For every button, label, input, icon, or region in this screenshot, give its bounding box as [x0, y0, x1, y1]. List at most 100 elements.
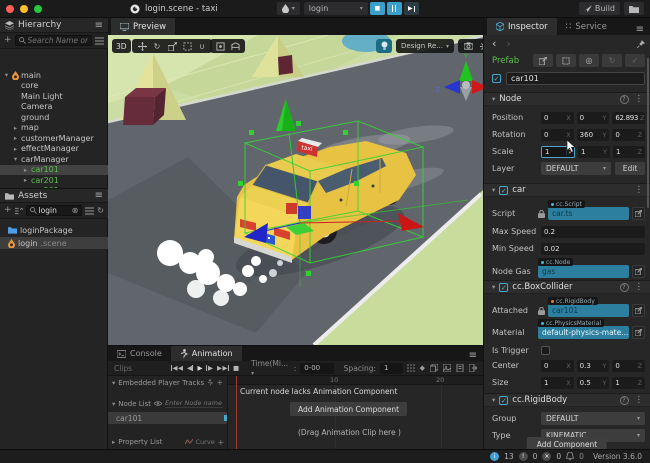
3d-mode-button[interactable]: 3D	[112, 39, 131, 53]
bell-icon[interactable]	[566, 452, 574, 461]
inspector-scrollbar[interactable]	[647, 58, 649, 208]
prefab-unlink-button[interactable]	[556, 54, 576, 67]
help-icon[interactable]: ?	[620, 95, 629, 104]
snapshot-icon[interactable]	[443, 364, 451, 372]
node-active-checkbox[interactable]: ✓	[492, 74, 501, 83]
position-y-field[interactable]: 0Y	[577, 112, 610, 124]
node-list-item-car101[interactable]: car101	[108, 412, 227, 424]
car-component-header[interactable]: ▾ ✓ car ⋮	[484, 183, 650, 197]
rect-tool-icon[interactable]	[180, 40, 194, 52]
group-dropdown[interactable]: DEFAULT▾	[541, 412, 645, 425]
rotation-z-field[interactable]: 0Z	[612, 129, 645, 141]
hierarchy-item-main-light[interactable]: Main Light	[0, 91, 108, 102]
exit-panel-icon[interactable]	[469, 364, 477, 372]
script-reference-field[interactable]: car.ts	[548, 207, 629, 220]
camera-icon[interactable]	[461, 40, 475, 52]
hierarchy-item-effect-manager[interactable]: ▸effectManager	[0, 144, 108, 155]
scale-tool-icon[interactable]	[165, 40, 179, 52]
eye-icon[interactable]	[154, 401, 162, 406]
asset-item-login-scene[interactable]: login.scene	[0, 237, 108, 249]
chevron-down-icon[interactable]: ▾	[3, 71, 10, 79]
box-collider-header[interactable]: ▾ ✓ cc.BoxCollider ? ⋮	[484, 280, 650, 294]
position-x-field[interactable]: 0X	[541, 112, 574, 124]
center-x-field[interactable]: 0X	[541, 360, 574, 372]
rotation-x-field[interactable]: 0X	[541, 129, 574, 141]
create-asset-button[interactable]: +	[4, 206, 12, 215]
play-button[interactable]: ▶	[197, 364, 202, 372]
chevron-down-icon[interactable]: ▾	[12, 155, 19, 163]
playhead[interactable]	[236, 376, 237, 450]
chevron-right-icon[interactable]: ▸	[22, 166, 29, 174]
stop-button[interactable]: ■	[370, 2, 385, 15]
minimize-window-button[interactable]	[20, 5, 28, 13]
hierarchy-menu-icon[interactable]: ≡	[95, 20, 103, 31]
center-z-field[interactable]: 0Z	[612, 360, 645, 372]
list-view-icon[interactable]	[95, 37, 104, 45]
prefab-apply-button[interactable]: ✓	[625, 54, 645, 67]
hierarchy-item-ground[interactable]: ground	[0, 112, 108, 123]
rigid-body-menu-icon[interactable]: ⋮	[635, 395, 644, 405]
node-section-header[interactable]: ▾ Node ? ⋮	[484, 92, 650, 106]
grid-snap-icon[interactable]	[228, 40, 242, 52]
prefab-locate-button[interactable]: ◎	[579, 54, 599, 67]
size-x-field[interactable]: 1X	[541, 377, 574, 389]
position-z-field[interactable]: 62.893Z	[612, 112, 645, 124]
node-name-field[interactable]	[506, 72, 645, 85]
attached-reference-field[interactable]: car101	[548, 304, 629, 317]
warning-icon[interactable]: !	[519, 452, 528, 461]
nav-forward-icon[interactable]: ›	[506, 37, 510, 50]
scale-y-field[interactable]: 1Y	[578, 146, 610, 158]
hierarchy-item-car101[interactable]: ▸car101	[0, 165, 108, 176]
refresh-icon[interactable]: ↻	[97, 207, 104, 215]
scene-viewport[interactable]: taxi	[108, 35, 483, 345]
gizmo-plane-z[interactable]	[298, 206, 311, 219]
list-view-icon[interactable]	[85, 207, 94, 215]
current-frame-field[interactable]: 0-00	[300, 363, 333, 374]
next-frame-button[interactable]: ▶	[206, 364, 213, 372]
tab-console[interactable]: Console	[108, 346, 171, 361]
step-button[interactable]: ▶	[404, 2, 419, 15]
platform-selector-button[interactable]: ▾	[277, 2, 300, 15]
collapse-all-icon[interactable]	[15, 207, 23, 215]
gizmo-plane-x[interactable]	[286, 203, 297, 214]
rotation-y-field[interactable]: 360Y	[577, 129, 610, 141]
hierarchy-item-customer-manager[interactable]: ▸customerManager	[0, 133, 108, 144]
add-property-icon[interactable]: +	[218, 438, 224, 447]
tab-inspector[interactable]: Inspector	[487, 18, 557, 35]
copy-icon[interactable]	[430, 364, 438, 372]
animation-timeline[interactable]: 10 20 Current node lacks Animation Compo…	[228, 376, 483, 450]
node-menu-icon[interactable]: ⋮	[635, 94, 644, 104]
tab-animation[interactable]: Animation	[171, 346, 242, 361]
error-icon[interactable]: ×	[542, 452, 551, 461]
node-list-header[interactable]: ▾ Node List	[108, 397, 227, 410]
timeline-ruler[interactable]	[228, 376, 483, 385]
asset-item-login-package[interactable]: loginPackage	[0, 224, 108, 236]
open-project-folder-button[interactable]	[624, 2, 644, 15]
scene-canvas[interactable]: taxi	[108, 35, 483, 345]
property-list-header[interactable]: ▸ Property List Curve +	[108, 436, 228, 448]
min-speed-field[interactable]: 0.02	[541, 243, 645, 255]
inspector-menu-icon[interactable]: ≡	[636, 24, 644, 35]
box-collider-menu-icon[interactable]: ⋮	[635, 282, 644, 292]
prefab-edit-button[interactable]	[533, 54, 553, 67]
chevron-right-icon[interactable]: ▸	[12, 134, 19, 142]
hierarchy-item-camera[interactable]: Camera	[0, 102, 108, 113]
pin-icon[interactable]	[637, 40, 645, 48]
rigid-body-enabled-checkbox[interactable]: ✓	[499, 396, 508, 405]
script-browse-button[interactable]	[632, 207, 645, 220]
size-z-field[interactable]: 1Z	[612, 377, 645, 389]
prev-frame-button[interactable]: ◀	[187, 364, 194, 372]
tab-preview[interactable]: Preview	[111, 18, 175, 35]
help-icon[interactable]: ?	[620, 283, 629, 292]
center-y-field[interactable]: 0.3Y	[577, 360, 610, 372]
prefab-reset-button[interactable]: ↻	[602, 54, 622, 67]
material-browse-button[interactable]	[632, 326, 645, 339]
move-tool-icon[interactable]	[135, 40, 149, 52]
rigid-body-header[interactable]: ▾ ✓ cc.RigidBody ? ⋮	[484, 393, 650, 407]
layer-edit-button[interactable]: Edit	[615, 162, 645, 175]
curve-icon[interactable]	[185, 439, 193, 445]
hierarchy-item-car-manager[interactable]: ▾carManager	[0, 154, 108, 165]
hierarchy-item-car201[interactable]: ▸car201	[0, 175, 108, 186]
skip-end-button[interactable]: ▶▶	[217, 364, 229, 372]
add-track-icon[interactable]: +	[217, 378, 223, 387]
